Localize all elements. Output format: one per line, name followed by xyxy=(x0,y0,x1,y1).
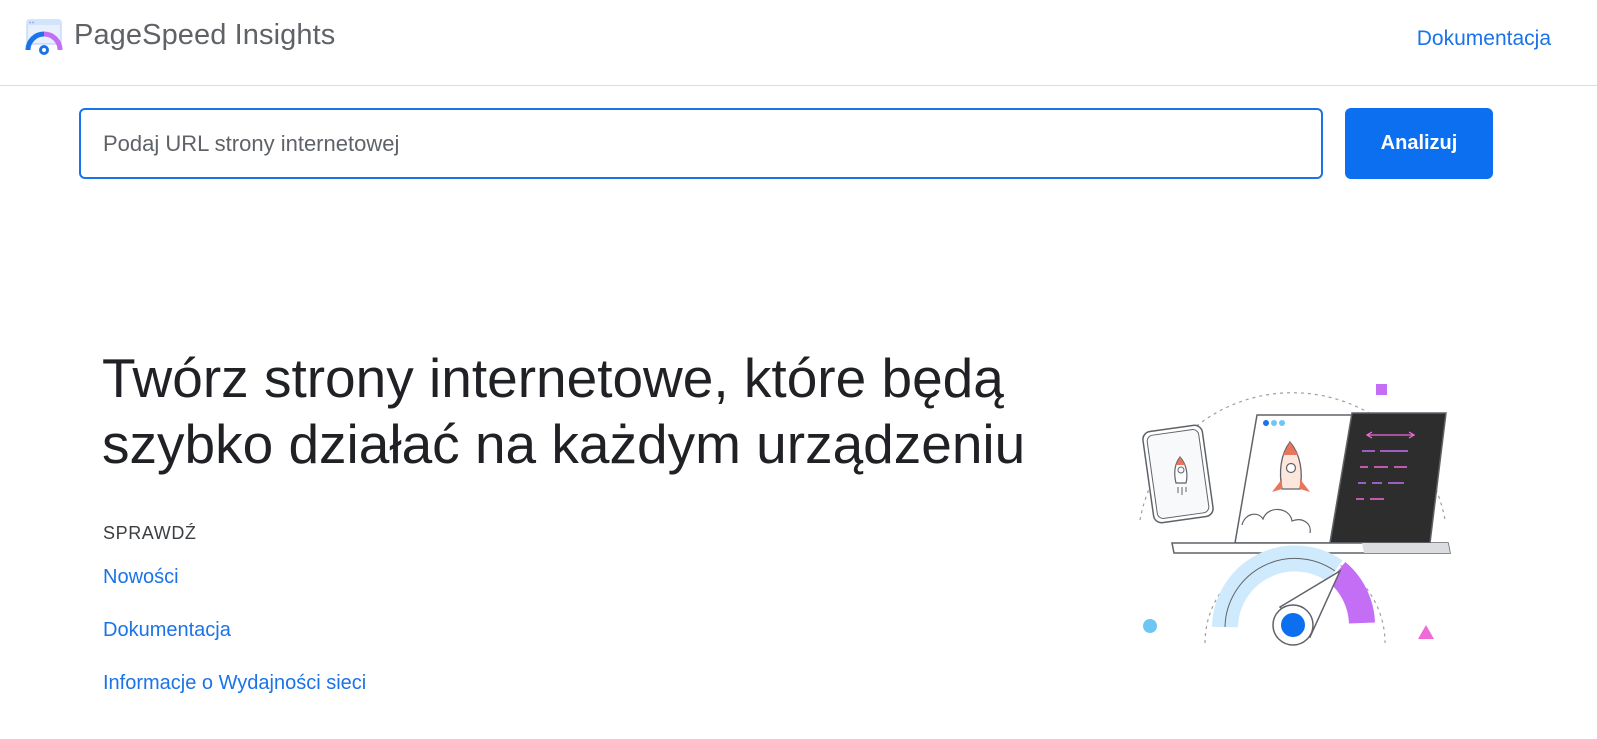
header-documentation-link[interactable]: Dokumentacja xyxy=(1417,27,1551,51)
top-header: PageSpeed Insights Dokumentacja xyxy=(0,0,1597,86)
documentation-link[interactable]: Dokumentacja xyxy=(103,619,231,642)
news-link[interactable]: Nowości xyxy=(103,566,179,589)
pagespeed-gauge-icon[interactable] xyxy=(24,18,64,58)
purple-square-shape xyxy=(1376,384,1387,395)
speed-illustration xyxy=(1139,384,1451,646)
url-search-input[interactable] xyxy=(79,108,1323,179)
web-performance-info-link[interactable]: Informacje o Wydajności sieci xyxy=(103,672,366,695)
pink-triangle-shape xyxy=(1418,625,1434,639)
laptop-illustration xyxy=(1171,412,1451,554)
blue-dot-shape xyxy=(1143,619,1157,633)
analyze-button[interactable]: Analizuj xyxy=(1345,108,1493,179)
brand-title: PageSpeed Insights xyxy=(74,19,336,51)
speed-gauge-illustration xyxy=(1204,545,1386,646)
hero-title: Twórz strony internetowe, które będą szy… xyxy=(102,347,1026,475)
check-section-label: SPRAWDŹ xyxy=(103,523,197,543)
phone-illustration xyxy=(1142,424,1214,524)
